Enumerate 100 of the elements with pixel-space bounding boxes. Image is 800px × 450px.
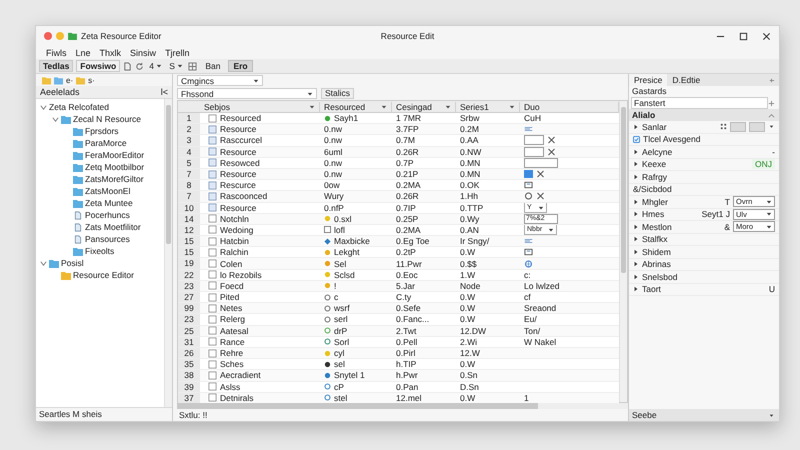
table-cell: Eu/ (524, 314, 537, 324)
column-header[interactable]: Series1 (456, 102, 520, 112)
close-icon[interactable] (762, 32, 771, 40)
expander-icon[interactable] (633, 124, 639, 130)
expander-icon[interactable] (40, 104, 47, 110)
tree-item[interactable]: Zats Moetfilitor (85, 222, 141, 232)
tree-item[interactable]: Pocerhuncs (85, 210, 130, 220)
view-tab[interactable]: Ero (228, 60, 253, 72)
table-cell: 3.7FP (396, 124, 419, 134)
menu-item[interactable]: Lne (76, 48, 91, 58)
table-cell: Aslss (220, 382, 240, 392)
menu-item[interactable]: Fiwls (46, 48, 66, 58)
maximize-icon[interactable] (739, 32, 748, 40)
column-header[interactable]: Cesingad (392, 102, 456, 112)
column-header[interactable]: Sebjos (200, 102, 320, 112)
table-cell: ! (334, 280, 336, 291)
table-cell: Aatesal (220, 326, 248, 336)
tree-item[interactable]: ParaMorce (85, 138, 127, 148)
close-icon[interactable] (547, 136, 556, 144)
close-icon[interactable] (536, 192, 545, 200)
frame-icon (524, 248, 533, 256)
tree-item[interactable]: Resource Editor (73, 270, 134, 280)
section-header[interactable]: Seebe (632, 410, 657, 420)
toolbar-dropdown[interactable]: S (167, 60, 186, 72)
table-cell: 0.nw (324, 158, 342, 168)
menu-item[interactable]: Tjrelln (165, 48, 190, 58)
menu-item[interactable]: Sinsiw (130, 48, 156, 58)
folder-icon (73, 246, 83, 256)
tree-item[interactable]: ZatsMorefGiltor (85, 174, 144, 184)
table-cell: 0.W (460, 392, 476, 403)
search-field[interactable]: Fanstert (631, 97, 768, 109)
category-dropdown[interactable]: Cmgincs (177, 75, 263, 86)
input-field[interactable] (524, 158, 558, 168)
tree-item[interactable]: Zecal N Resource (73, 114, 142, 124)
close-icon[interactable] (536, 170, 545, 178)
expander-icon[interactable] (40, 260, 47, 266)
table-cell: serl (334, 314, 348, 324)
inspector-tab[interactable]: Presice (629, 74, 668, 86)
column-header[interactable]: Resourced (320, 102, 392, 112)
table-cell: 1 (524, 392, 529, 403)
color-swatch[interactable] (524, 170, 533, 178)
close-icon[interactable] (547, 148, 556, 156)
grid-icon[interactable] (188, 62, 198, 70)
table-cell: Rance (220, 336, 245, 347)
tree-item[interactable]: Fprsdors (85, 126, 119, 136)
table-cell: 0.2tP (396, 247, 416, 258)
table-cell: 0.Fanc... (396, 314, 430, 324)
document-icon[interactable] (123, 62, 132, 70)
property-label: Shidem (642, 246, 671, 257)
status-text: Sxtlu: !! (178, 409, 208, 421)
property-label: Snelsbod (642, 272, 678, 282)
refresh-icon[interactable] (135, 62, 144, 70)
filter-button[interactable]: Stalics (321, 88, 354, 99)
app-title: Zeta Resource Editor (81, 31, 162, 41)
caret-icon[interactable] (768, 123, 775, 130)
tree-item[interactable]: ZatsMoonEl (85, 186, 130, 196)
tree-item[interactable]: Zeta Muntee (85, 198, 133, 208)
expander-icon[interactable] (52, 116, 59, 122)
color-swatch[interactable] (730, 122, 746, 132)
tree-item[interactable]: Fixeolts (85, 246, 114, 256)
tree-item[interactable]: FeraMoorEditor (85, 150, 144, 160)
table-cell: 0.7IP (396, 202, 416, 213)
toolbar-label[interactable]: s· (88, 76, 95, 84)
tree-item[interactable]: Pansources (85, 234, 130, 244)
view-tab[interactable]: Ban (200, 60, 226, 72)
grid-icon (720, 123, 727, 130)
toolbar-tab[interactable]: Fowsiwo (76, 60, 120, 72)
toolbar-dropdown[interactable]: 4 (147, 60, 164, 72)
tree-item[interactable]: Zetq Mootbilbor (85, 162, 144, 172)
close-button[interactable] (44, 32, 52, 40)
input-field[interactable] (524, 135, 544, 146)
table-cell: Sches (220, 359, 244, 370)
toolbar-tab[interactable]: Tedlas (39, 60, 74, 72)
checkbox[interactable] (633, 136, 640, 143)
collapse-button[interactable]: l< (160, 87, 168, 97)
table-cell: drP (334, 326, 348, 336)
color-swatch[interactable] (749, 122, 765, 132)
collapse-icon[interactable] (768, 112, 775, 118)
section-header[interactable]: Alialo (632, 110, 656, 120)
add-icon[interactable] (768, 100, 775, 106)
inspector-tab[interactable]: D.Edtie (667, 74, 706, 86)
table-cell: Node (460, 280, 480, 291)
toolbar-label[interactable]: e· (66, 76, 74, 84)
property-value: Seyt1 J (702, 209, 730, 220)
menu-item[interactable]: Thxlk (100, 48, 122, 58)
table-cell: 0.Sefe (396, 303, 421, 314)
table-cell: 0.Pirl (396, 348, 416, 358)
input-field[interactable] (524, 146, 544, 157)
status-text: Seartles M sheis (36, 407, 172, 421)
row-number: 14 (178, 214, 200, 224)
table-cell: Colen (220, 258, 242, 269)
table-cell: 0.26R (396, 191, 419, 202)
tree-item[interactable]: Zeta Relcofated (49, 102, 110, 112)
caret-icon[interactable] (768, 412, 775, 418)
tree-item[interactable]: Posisl (61, 258, 84, 268)
table-cell: Rescurce (220, 180, 256, 190)
filter-dropdown[interactable]: Fhssond (177, 88, 317, 99)
table-cell: Sel (334, 258, 346, 269)
table-cell: 0.$$ (460, 258, 477, 269)
table-cell: lofl (334, 224, 345, 235)
